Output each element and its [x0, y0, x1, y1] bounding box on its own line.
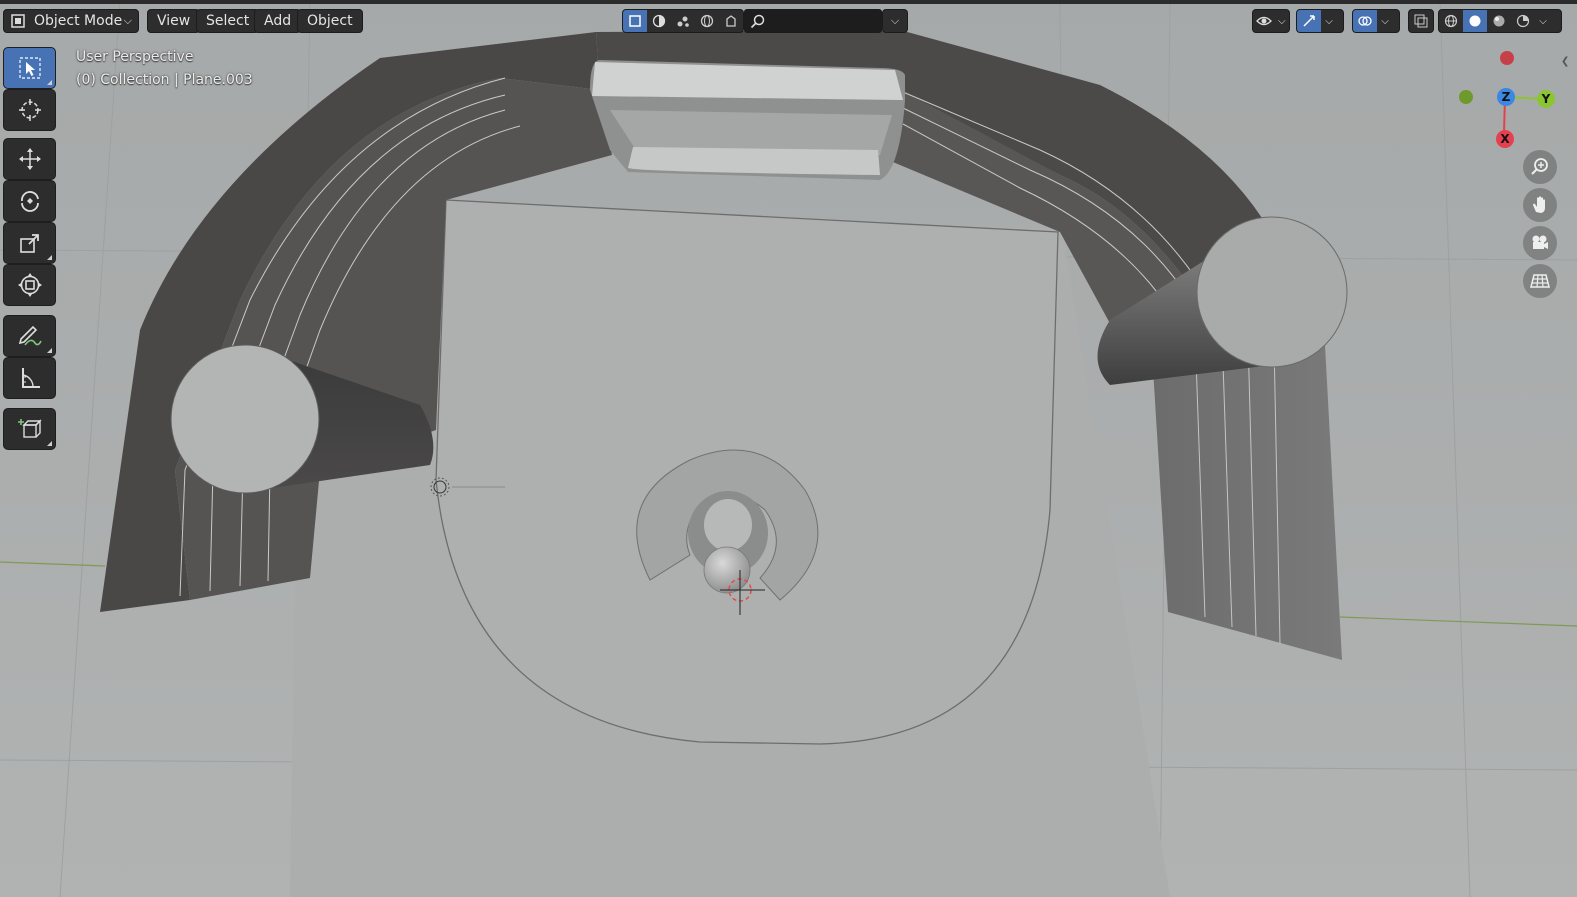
wireframe-shading-icon[interactable]	[1439, 10, 1463, 32]
collection-info: (0) Collection | Plane.003	[76, 72, 253, 88]
tool-options-indicator	[47, 255, 52, 260]
zoom-icon	[1531, 158, 1548, 175]
shading-group: ⌵	[1438, 9, 1562, 33]
tool-options-indicator	[47, 441, 52, 446]
goal-frame	[590, 60, 905, 180]
xray-toggle[interactable]	[1408, 9, 1434, 33]
eye-icon	[1253, 10, 1275, 32]
material-shading-icon[interactable]	[1487, 10, 1511, 32]
menu-add[interactable]: Add	[254, 9, 302, 33]
chevron-down-icon: ⌵	[1278, 15, 1286, 27]
gizmo-x-axis[interactable]: X	[1496, 130, 1514, 148]
hand-icon	[1533, 196, 1545, 213]
world-icon[interactable]	[695, 10, 719, 32]
ortho-toggle-button[interactable]	[1523, 264, 1557, 298]
grid-icon	[1530, 274, 1550, 288]
select-box-mode-icon[interactable]	[623, 10, 647, 32]
gizmo-toggle-icon	[1297, 10, 1321, 32]
particles-icon[interactable]	[671, 10, 695, 32]
menu-object[interactable]: Object	[297, 9, 363, 33]
camera-icon	[1532, 235, 1548, 249]
search-dropdown[interactable]: ⌵	[882, 9, 908, 33]
zoom-button[interactable]	[1523, 150, 1557, 184]
scale-icon	[19, 234, 39, 253]
cursor-icon	[18, 99, 41, 121]
chevron-down-icon[interactable]: ⌵	[1535, 10, 1551, 32]
object-mode-icon	[11, 14, 25, 28]
annotate-tool[interactable]	[3, 315, 56, 357]
chevron-down-icon: ⌵	[123, 14, 132, 27]
chevron-down-icon: ⌵	[890, 14, 900, 27]
select-box-tool[interactable]	[3, 47, 56, 89]
rotate-icon	[20, 191, 39, 212]
gizmo-z-axis[interactable]: Z	[1497, 88, 1515, 106]
solid-shading-icon[interactable]	[1463, 10, 1487, 32]
top-strip	[0, 0, 1577, 4]
scale-tool[interactable]	[3, 222, 56, 264]
measure-ruler-icon	[21, 368, 40, 388]
selection-mode-group	[622, 9, 744, 33]
view-name: User Perspective	[76, 49, 194, 65]
overlay-toggle-icon	[1353, 10, 1377, 32]
search-icon	[750, 14, 765, 29]
3d-viewport[interactable]	[0, 0, 1577, 897]
ball[interactable]	[703, 546, 751, 594]
mode-label: Object Mode	[34, 13, 123, 29]
select-box-icon	[18, 57, 41, 79]
gizmo-group[interactable]: ⌵	[1296, 9, 1344, 33]
rotate-tool[interactable]	[3, 180, 56, 222]
object-data-icon[interactable]	[719, 10, 743, 32]
add-cube-icon	[17, 419, 42, 438]
chevron-down-icon: ⌵	[1325, 15, 1333, 27]
left-cylinder-cap	[170, 344, 320, 494]
tool-options-indicator	[47, 348, 52, 353]
tool-options-indicator	[47, 80, 52, 85]
chevron-down-icon: ⌵	[1381, 15, 1389, 27]
right-cylinder-cap	[1196, 216, 1348, 368]
xray-icon	[1409, 10, 1433, 32]
add-cube-tool[interactable]	[3, 408, 56, 450]
gizmo-y-axis[interactable]: Y	[1537, 90, 1555, 108]
move-icon	[18, 148, 41, 170]
search-input[interactable]	[744, 9, 882, 33]
rendered-shading-icon[interactable]	[1511, 10, 1535, 32]
camera-view-button[interactable]	[1523, 226, 1557, 260]
cursor-tool[interactable]	[3, 89, 56, 131]
mode-selector[interactable]: Object Mode ⌵	[3, 9, 139, 33]
sidebar-toggle-icon[interactable]: ❮	[1561, 56, 1573, 72]
menu-view[interactable]: View	[147, 9, 201, 33]
gizmo-neg-x-dot[interactable]	[1500, 51, 1514, 65]
gizmo-neg-y-dot[interactable]	[1459, 90, 1473, 104]
measure-tool[interactable]	[3, 357, 56, 399]
pan-button[interactable]	[1523, 188, 1557, 222]
annotate-pencil-icon	[18, 325, 42, 346]
visibility-group[interactable]: ⌵	[1252, 9, 1290, 33]
shading-toggle-icon[interactable]	[647, 10, 671, 32]
transform-icon	[17, 273, 42, 297]
transform-tool[interactable]	[3, 264, 56, 306]
move-tool[interactable]	[3, 138, 56, 180]
menu-select[interactable]: Select	[196, 9, 260, 33]
overlay-group[interactable]: ⌵	[1352, 9, 1400, 33]
